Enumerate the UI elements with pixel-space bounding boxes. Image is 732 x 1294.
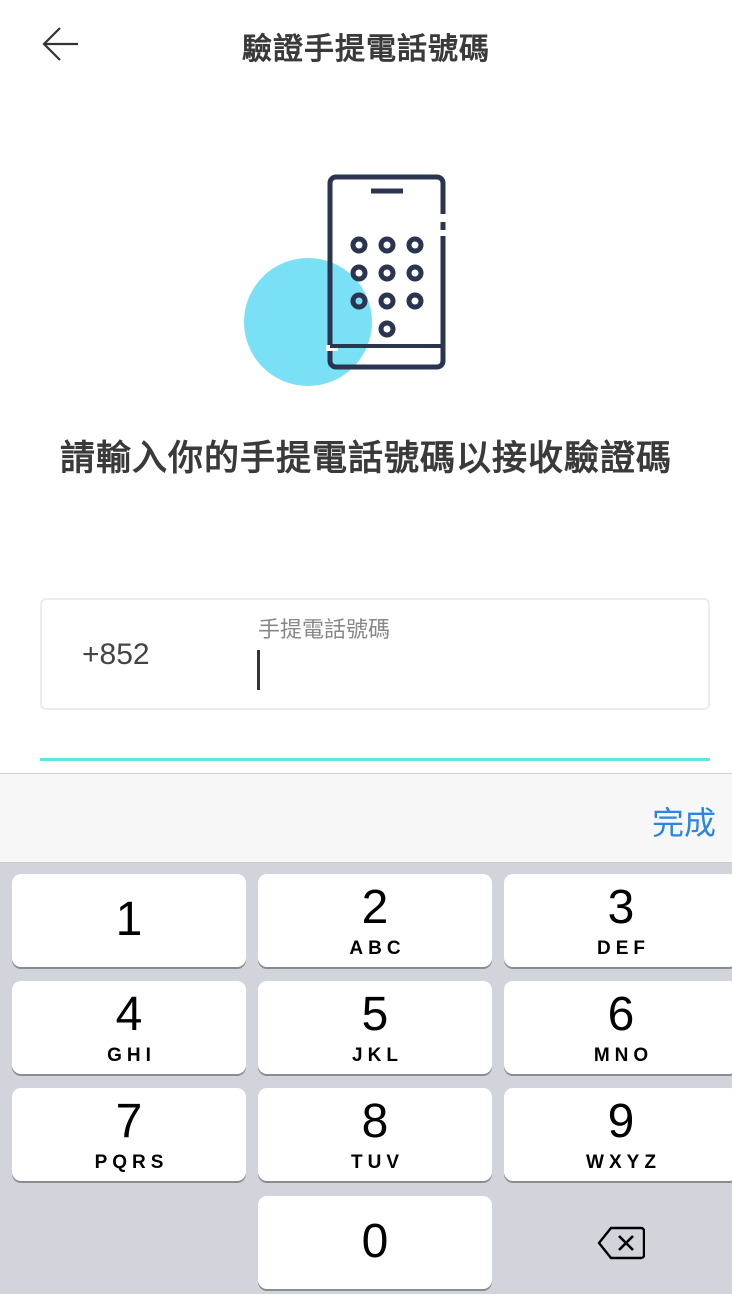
phone-number-field[interactable]: +852 手提電話號碼 xyxy=(40,598,710,710)
phone-keypad-icon xyxy=(244,174,447,386)
key-6[interactable]: 6 MNO xyxy=(504,981,732,1074)
key-5[interactable]: 5 JKL xyxy=(258,981,492,1074)
key-digit: 2 xyxy=(361,881,389,934)
key-letters: ABC xyxy=(349,938,406,959)
key-digit: 7 xyxy=(115,1095,143,1148)
country-code-selector[interactable]: +852 xyxy=(82,638,150,672)
key-letters: JKL xyxy=(352,1045,403,1066)
phone-number-label: 手提電話號碼 xyxy=(258,618,391,643)
key-7[interactable]: 7 PQRS xyxy=(12,1088,246,1181)
page-title: 驗證手提電話號碼 xyxy=(242,32,490,67)
key-digit: 6 xyxy=(607,988,635,1041)
key-3[interactable]: 3 DEF xyxy=(504,874,732,967)
key-letters: WXYZ xyxy=(586,1152,661,1173)
instruction-text: 請輸入你的手提電話號碼以接收驗證碼 xyxy=(59,439,672,479)
key-letters: DEF xyxy=(597,938,650,959)
key-0[interactable]: 0 xyxy=(258,1196,492,1289)
key-digit: 3 xyxy=(607,881,635,934)
key-digit: 1 xyxy=(115,893,143,946)
key-digit: 0 xyxy=(361,1215,389,1268)
text-cursor xyxy=(257,650,260,690)
numeric-keyboard: 完成 1 2 ABC 3 DEF 4 GHI 5 JKL 6 MNO 7 PQR… xyxy=(0,773,732,1294)
keyboard-accessory-bar: 完成 xyxy=(0,773,732,863)
key-8[interactable]: 8 TUV xyxy=(258,1088,492,1181)
phone-keypad-illustration xyxy=(240,170,460,390)
key-digit: 9 xyxy=(607,1095,635,1148)
delete-key[interactable] xyxy=(504,1196,732,1289)
backspace-icon xyxy=(597,1226,645,1259)
key-digit: 5 xyxy=(361,988,389,1041)
key-1[interactable]: 1 xyxy=(12,874,246,967)
key-letters: MNO xyxy=(593,1045,654,1066)
key-letters: GHI xyxy=(107,1045,156,1066)
key-4[interactable]: 4 GHI xyxy=(12,981,246,1074)
key-digit: 8 xyxy=(361,1095,389,1148)
key-digit: 4 xyxy=(115,988,143,1041)
key-2[interactable]: 2 ABC xyxy=(258,874,492,967)
key-letters: TUV xyxy=(351,1152,404,1173)
header: 驗證手提電話號碼 xyxy=(0,0,732,90)
phone-number-input[interactable] xyxy=(256,644,676,694)
key-9[interactable]: 9 WXYZ xyxy=(504,1088,732,1181)
submit-button-edge[interactable] xyxy=(40,758,710,761)
done-button[interactable]: 完成 xyxy=(652,798,716,844)
key-letters: PQRS xyxy=(94,1152,169,1173)
